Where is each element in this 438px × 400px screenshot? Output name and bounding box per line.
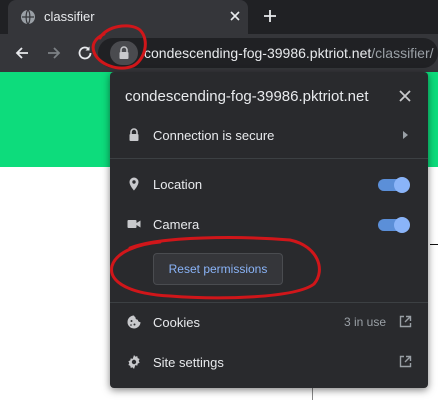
permission-row-camera: Camera: [110, 206, 428, 242]
cookies-row[interactable]: Cookies 3 in use: [110, 304, 428, 340]
arrow-left-icon[interactable]: [13, 44, 31, 62]
arrow-right-icon[interactable]: [45, 44, 63, 62]
globe-icon: [21, 9, 35, 25]
url-path: /classifier/: [371, 45, 434, 61]
site-info-button[interactable]: [110, 41, 138, 65]
toggle-knob: [394, 217, 410, 233]
divider: [110, 158, 428, 159]
location-pin-icon: [129, 177, 139, 191]
tab-strip: classifier: [0, 0, 438, 34]
plus-icon[interactable]: [262, 8, 278, 24]
address-bar[interactable]: condescending-fog-39986.pktriot.net/clas…: [98, 38, 438, 68]
chevron-right-icon: [403, 131, 408, 139]
reload-icon[interactable]: [76, 44, 94, 62]
browser-tab[interactable]: classifier: [8, 0, 248, 34]
camera-toggle[interactable]: [378, 217, 410, 233]
gear-icon: [128, 355, 140, 369]
open-external-icon: [399, 315, 412, 328]
toggle-knob: [394, 177, 410, 193]
lock-icon: [129, 128, 139, 141]
site-settings-row[interactable]: Site settings: [110, 344, 428, 380]
permission-row-location: Location: [110, 166, 428, 202]
page-line: [430, 244, 438, 245]
connection-label: Connection is secure: [153, 128, 275, 143]
tab-title: classifier: [44, 9, 95, 24]
divider: [110, 302, 428, 303]
toolbar: condescending-fog-39986.pktriot.net/clas…: [0, 34, 438, 72]
camera-icon: [127, 220, 141, 228]
page-line: [312, 388, 313, 400]
cookies-count: 3 in use: [343, 315, 386, 329]
url-host: condescending-fog-39986.pktriot.net: [144, 45, 372, 61]
permission-label: Camera: [153, 217, 200, 232]
close-icon[interactable]: [227, 8, 243, 24]
close-icon[interactable]: [398, 89, 412, 103]
connection-row[interactable]: Connection is secure: [110, 117, 428, 153]
cookies-label: Cookies: [153, 315, 200, 330]
location-toggle[interactable]: [378, 177, 410, 193]
open-external-icon: [399, 355, 412, 368]
cookie-icon: [127, 315, 141, 329]
popup-site-name: condescending-fog-39986.pktriot.net: [125, 88, 369, 105]
site-settings-label: Site settings: [153, 355, 224, 370]
url-text[interactable]: condescending-fog-39986.pktriot.net/clas…: [144, 45, 434, 61]
browser-window: classifier condescending-fog-39986.pktri…: [0, 0, 438, 400]
permission-label: Location: [153, 177, 203, 192]
site-info-popup: condescending-fog-39986.pktriot.net Conn…: [110, 72, 428, 388]
reset-permissions-button[interactable]: Reset permissions: [153, 253, 283, 285]
lock-icon: [119, 46, 129, 59]
